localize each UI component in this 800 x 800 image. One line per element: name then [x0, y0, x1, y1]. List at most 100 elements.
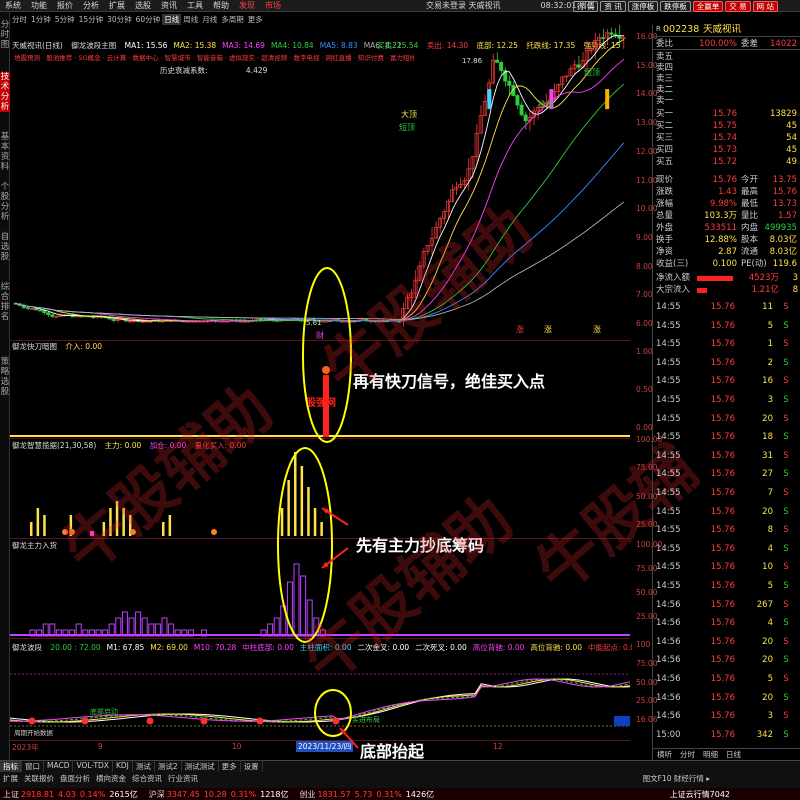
tick-row[interactable]: 14:55 15.76 11 S — [653, 302, 800, 313]
period-day[interactable]: 日线 — [162, 13, 182, 25]
btn-news[interactable]: 资 讯 — [600, 1, 626, 12]
period-toolbar: 分时 1分钟 5分钟 15分钟 30分钟 60分钟 日线 周线 月线 多周期 更… — [10, 13, 626, 25]
main-kline-chart[interactable]: 17.865.61大顶短顶抄底短顶财涨涨涨 — [10, 25, 630, 340]
side-tab-intraday[interactable]: 分时图 — [0, 20, 10, 50]
tick-row[interactable]: 14:55 15.76 8 S — [653, 525, 800, 536]
menu-item-analysis[interactable]: 分析 — [78, 0, 104, 11]
qtab-0[interactable]: 横听 — [653, 749, 676, 760]
bottom-tab-6[interactable]: 测试2 — [155, 761, 182, 772]
tick-row[interactable]: 14:56 15.76 20 S — [653, 637, 800, 648]
panel5-marker — [146, 717, 154, 725]
menu-item-tools[interactable]: 工具 — [182, 0, 208, 11]
side-tab-stock-analysis[interactable]: 个股分析 — [0, 182, 10, 222]
period-15m[interactable]: 15分钟 — [77, 14, 106, 25]
stat-row-4: 外盘 533511 内盘 499935 — [656, 223, 797, 233]
period-5m[interactable]: 5分钟 — [53, 14, 77, 25]
menu-item-help[interactable]: 帮助 — [208, 0, 234, 11]
bottom-tab-7[interactable]: 测试测试 — [182, 761, 219, 772]
tick-row[interactable]: 14:55 15.76 7 S — [653, 488, 800, 499]
stock-code[interactable]: 002238 — [663, 24, 699, 35]
tick-row[interactable]: 14:55 15.76 18 S — [653, 432, 800, 443]
tick-row[interactable]: 14:55 15.76 31 S — [653, 451, 800, 462]
side-tab-fundamentals[interactable]: 基本资料 — [0, 132, 10, 172]
side-tab-strategy[interactable]: 策略选股 — [0, 357, 10, 397]
quote-bottom-tabs: 横听 分时 明细 日线 — [653, 748, 800, 760]
tick-row[interactable]: 15:00 15.76 342 S — [653, 730, 800, 741]
bottom-tab-8[interactable]: 更多 — [219, 761, 241, 772]
side-tab-watchlist[interactable]: 自选股 — [0, 232, 10, 262]
tick-row[interactable]: 14:55 15.76 20 S — [653, 507, 800, 518]
bottom-tab-5[interactable]: 测试 — [133, 761, 155, 772]
btn-limit-up[interactable]: 涨停板 — [627, 1, 659, 12]
tick-row[interactable]: 14:55 15.76 20 S — [653, 414, 800, 425]
extend-tab-3[interactable]: 横向资金 — [93, 773, 129, 784]
panel3-bar — [30, 522, 33, 536]
period-30m[interactable]: 30分钟 — [105, 14, 134, 25]
signal-label-short-top-2: 短顶 — [584, 67, 600, 77]
tick-row[interactable]: 14:56 15.76 267 S — [653, 600, 800, 611]
menu-item-quote[interactable]: 报价 — [52, 0, 78, 11]
tick-row[interactable]: 14:56 15.76 20 S — [653, 655, 800, 666]
period-60m[interactable]: 60分钟 — [134, 14, 163, 25]
f10-link[interactable]: 图文F10 财经行情 ▸ — [643, 773, 710, 784]
period-week[interactable]: 周线 — [181, 14, 200, 25]
period-month[interactable]: 月线 — [200, 14, 219, 25]
tick-row[interactable]: 14:56 15.76 3 S — [653, 711, 800, 722]
btn-website[interactable]: 网 站 — [752, 1, 778, 12]
bottom-tab-1[interactable]: 窗口 — [22, 761, 44, 772]
tick-row[interactable]: 14:56 15.76 4 S — [653, 618, 800, 629]
btn-trade[interactable]: 交 易 — [725, 1, 751, 12]
panel3-marker — [90, 531, 94, 536]
tick-row[interactable]: 14:55 15.76 27 S — [653, 469, 800, 480]
bottom-tab-0[interactable]: 指标 — [0, 761, 22, 772]
bottom-tab-9[interactable]: 设置 — [241, 761, 263, 772]
tick-row[interactable]: 14:55 15.76 16 S — [653, 376, 800, 387]
extend-tab-0[interactable]: 扩展 — [0, 773, 21, 784]
qtab-1[interactable]: 分时 — [676, 749, 699, 760]
tick-row[interactable]: 14:55 15.76 10 S — [653, 562, 800, 573]
bottom-tab-2[interactable]: MACD — [44, 761, 74, 772]
tick-row[interactable]: 14:55 15.76 5 S — [653, 581, 800, 592]
tick-row[interactable]: 14:55 15.76 4 S — [653, 544, 800, 555]
panel4-bar — [135, 611, 142, 637]
tick-row[interactable]: 14:55 15.76 2 S — [653, 358, 800, 369]
menu-item-extend[interactable]: 扩展 — [104, 0, 130, 11]
period-1m[interactable]: 1分钟 — [29, 14, 53, 25]
bottom-tab-3[interactable]: VOL-TDX — [73, 761, 113, 772]
buy-row-2: 买二 15.75 45 — [656, 121, 797, 131]
signal-label-short-top: 短顶 — [399, 122, 415, 132]
period-multi[interactable]: 多周期 — [219, 14, 246, 25]
qtab-3[interactable]: 日线 — [722, 749, 745, 760]
menu-item-stock-select[interactable]: 选股 — [130, 0, 156, 11]
tick-row[interactable]: 14:55 15.76 1 S — [653, 339, 800, 350]
menu-item-function[interactable]: 功能 — [26, 0, 52, 11]
time-axis: 2023年 9 10 11 12 2023/11/23/四 — [10, 740, 630, 752]
panel2-label: 股强网 — [306, 397, 336, 409]
extend-tabs: 扩展 关联报价 盘面分析 横向资金 综合资讯 行业资讯 — [0, 773, 201, 784]
side-tab-technical[interactable]: 技术分析 — [0, 72, 10, 112]
side-tab-ranking[interactable]: 综合排名 — [0, 282, 10, 322]
highlight-bar — [605, 89, 610, 110]
panel5-chart[interactable]: 底部启动买进布局 — [10, 638, 630, 740]
menu-item-system[interactable]: 系统 — [0, 0, 26, 11]
panel3-chart[interactable] — [10, 438, 630, 538]
panel4-chart[interactable] — [10, 538, 630, 638]
btn-all-win[interactable]: 全赢单 — [692, 1, 724, 12]
period-1min-tick[interactable]: 分时 — [10, 14, 29, 25]
extend-tab-2[interactable]: 盘面分析 — [57, 773, 93, 784]
bottom-tab-4[interactable]: KDJ — [113, 761, 133, 772]
tick-row[interactable]: 14:55 15.76 5 S — [653, 321, 800, 332]
extend-tab-4[interactable]: 综合资讯 — [129, 773, 165, 784]
menu-item-market[interactable]: 市场 — [260, 0, 286, 11]
tick-row[interactable]: 14:55 15.76 3 S — [653, 395, 800, 406]
btn-limit-down[interactable]: 跌停板 — [660, 1, 691, 12]
btn-quote[interactable]: 行 情 — [572, 1, 599, 12]
extend-tab-1[interactable]: 关联报价 — [21, 773, 57, 784]
menu-item-news[interactable]: 资讯 — [156, 0, 182, 11]
menu-item-discover[interactable]: 发现 — [234, 0, 260, 11]
extend-tab-5[interactable]: 行业资讯 — [165, 773, 201, 784]
tick-row[interactable]: 14:56 15.76 5 S — [653, 674, 800, 685]
tick-row[interactable]: 14:56 15.76 20 S — [653, 693, 800, 704]
qtab-2[interactable]: 明细 — [699, 749, 722, 760]
period-more[interactable]: 更多 — [246, 14, 265, 25]
